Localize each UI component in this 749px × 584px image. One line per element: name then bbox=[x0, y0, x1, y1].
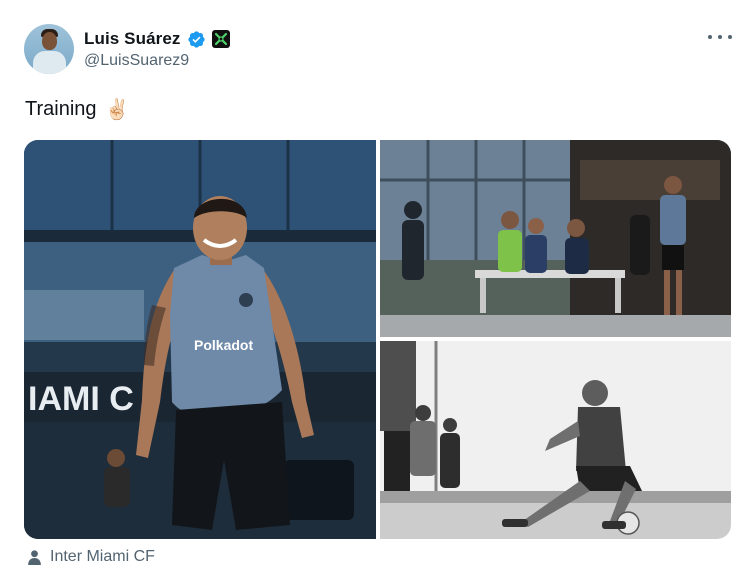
inter-miami-affiliate-icon[interactable] bbox=[211, 30, 230, 48]
building-sign-text: IAMI C bbox=[28, 380, 134, 418]
location-label[interactable]: Inter Miami CF bbox=[50, 548, 155, 566]
more-options-icon[interactable] bbox=[708, 30, 732, 44]
person-icon bbox=[28, 549, 41, 565]
tweet-card: Luis Suárez @LuisSuarez9 Training ✌🏻 IAM… bbox=[0, 0, 749, 584]
shirt-sponsor-text: Polkadot bbox=[194, 337, 253, 353]
verified-badge-icon[interactable] bbox=[187, 30, 206, 49]
display-name[interactable]: Luis Suárez bbox=[84, 29, 181, 49]
author-handle[interactable]: @LuisSuarez9 bbox=[84, 52, 189, 70]
training-photo-smiling[interactable]: IAMI C Polkadot bbox=[24, 140, 376, 539]
tweet-text: Training ✌🏻 bbox=[25, 97, 129, 122]
author-name-row: Luis Suárez bbox=[84, 28, 230, 50]
location-tag[interactable]: Inter Miami CF bbox=[26, 545, 155, 569]
victory-hand-emoji: ✌🏻 bbox=[104, 99, 130, 121]
media-grid: IAMI C Polkadot bbox=[24, 140, 731, 539]
training-photo-bench[interactable] bbox=[380, 140, 731, 337]
training-photo-stretching-bw[interactable] bbox=[380, 341, 731, 539]
avatar[interactable] bbox=[24, 24, 74, 74]
tweet-text-body: Training bbox=[25, 98, 97, 120]
